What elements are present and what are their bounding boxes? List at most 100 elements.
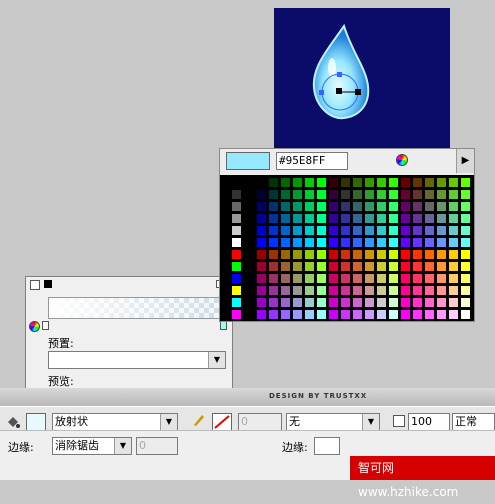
swatch-cell[interactable] — [388, 285, 399, 296]
swatch-cell[interactable] — [352, 249, 363, 260]
swatch-cell[interactable] — [448, 177, 459, 188]
swatch-grid[interactable] — [220, 175, 474, 321]
swatch-cell[interactable] — [292, 249, 303, 260]
edge-field-2[interactable] — [314, 437, 340, 455]
swatch-cell[interactable] — [388, 177, 399, 188]
swatch-cell[interactable] — [328, 261, 339, 272]
swatch-cell[interactable] — [280, 249, 291, 260]
swatch-cell[interactable] — [400, 201, 411, 212]
swap-colors-icon[interactable] — [30, 280, 40, 290]
swatch-cell[interactable] — [424, 273, 435, 284]
swatch-cell[interactable] — [231, 309, 242, 320]
swatch-cell[interactable] — [460, 225, 471, 236]
swatch-cell[interactable] — [400, 273, 411, 284]
gradient-pointer-left-icon[interactable] — [42, 321, 49, 330]
swatch-cell[interactable] — [448, 309, 459, 320]
swatch-cell[interactable] — [340, 225, 351, 236]
swatch-cell[interactable] — [436, 297, 447, 308]
swatch-cell[interactable] — [268, 273, 279, 284]
swatch-cell[interactable] — [364, 213, 375, 224]
swatch-cell[interactable] — [448, 225, 459, 236]
swatch-cell[interactable] — [448, 237, 459, 248]
swatch-cell[interactable] — [328, 189, 339, 200]
fill-type-select[interactable]: 放射状 ▼ — [52, 413, 178, 431]
swatch-cell[interactable] — [388, 297, 399, 308]
swatch-cell[interactable] — [340, 309, 351, 320]
swatch-cell[interactable] — [436, 273, 447, 284]
chevron-down-icon[interactable]: ▼ — [362, 414, 379, 430]
swatch-cell[interactable] — [292, 285, 303, 296]
swatch-cell[interactable] — [280, 261, 291, 272]
swatch-cell[interactable] — [460, 261, 471, 272]
swatch-cell[interactable] — [400, 249, 411, 260]
swatch-cell[interactable] — [352, 261, 363, 272]
swatch-cell[interactable] — [292, 177, 303, 188]
swatch-cell[interactable] — [304, 201, 315, 212]
swatch-cell[interactable] — [316, 297, 327, 308]
swatch-cell[interactable] — [340, 285, 351, 296]
swatch-cell[interactable] — [376, 189, 387, 200]
swatch-cell[interactable] — [231, 249, 242, 260]
swatch-cell[interactable] — [328, 177, 339, 188]
swatch-cell[interactable] — [388, 309, 399, 320]
swatch-cell[interactable] — [352, 285, 363, 296]
swatch-cell[interactable] — [328, 225, 339, 236]
swatch-cell[interactable] — [352, 213, 363, 224]
swatch-cell[interactable] — [424, 237, 435, 248]
water-drop-artwork[interactable] — [274, 8, 450, 150]
swatch-cell[interactable] — [340, 237, 351, 248]
swatch-cell[interactable] — [304, 249, 315, 260]
fill-color-swatch[interactable] — [26, 413, 46, 431]
swatch-cell[interactable] — [340, 297, 351, 308]
swatch-cell[interactable] — [412, 285, 423, 296]
swatch-cell[interactable] — [436, 189, 447, 200]
swatch-cell[interactable] — [292, 309, 303, 320]
swatch-cell[interactable] — [412, 177, 423, 188]
swatch-cell[interactable] — [340, 189, 351, 200]
swatch-cell[interactable] — [424, 309, 435, 320]
swatch-cell[interactable] — [280, 225, 291, 236]
swatch-cell[interactable] — [316, 213, 327, 224]
paint-bucket-icon[interactable] — [6, 415, 20, 429]
swatch-cell[interactable] — [292, 273, 303, 284]
swatch-cell[interactable] — [268, 309, 279, 320]
swatch-cell[interactable] — [400, 225, 411, 236]
blend-mode-select[interactable]: 正常 — [452, 413, 495, 431]
swatch-cell[interactable] — [292, 201, 303, 212]
swatch-cell[interactable] — [256, 189, 267, 200]
swatch-cell[interactable] — [268, 213, 279, 224]
swatch-cell[interactable] — [352, 309, 363, 320]
swatch-cell[interactable] — [448, 273, 459, 284]
swatch-cell[interactable] — [376, 273, 387, 284]
preset-select[interactable]: ▼ — [48, 351, 226, 369]
chevron-down-icon[interactable]: ▼ — [114, 438, 131, 454]
alpha-field[interactable]: 100 — [408, 413, 450, 431]
swatch-cell[interactable] — [304, 261, 315, 272]
swatch-cell[interactable] — [280, 189, 291, 200]
swatch-cell[interactable] — [400, 285, 411, 296]
swatch-cell[interactable] — [448, 213, 459, 224]
gradient-bar[interactable] — [48, 297, 228, 319]
swatch-cell[interactable] — [364, 273, 375, 284]
swatch-cell[interactable] — [364, 249, 375, 260]
swatch-cell[interactable] — [256, 177, 267, 188]
swatch-cell[interactable] — [388, 189, 399, 200]
chevron-down-icon[interactable]: ▼ — [160, 414, 177, 430]
swatch-cell[interactable] — [328, 273, 339, 284]
swatch-cell[interactable] — [424, 249, 435, 260]
swatch-cell[interactable] — [304, 189, 315, 200]
swatch-cell[interactable] — [256, 261, 267, 272]
swatch-cell[interactable] — [256, 309, 267, 320]
swatch-cell[interactable] — [268, 189, 279, 200]
swatch-cell[interactable] — [436, 249, 447, 260]
swatch-cell[interactable] — [376, 213, 387, 224]
swatch-cell[interactable] — [364, 261, 375, 272]
swatch-cell[interactable] — [231, 273, 242, 284]
swatch-cell[interactable] — [352, 225, 363, 236]
swatch-cell[interactable] — [364, 201, 375, 212]
swatch-cell[interactable] — [376, 177, 387, 188]
swatch-cell[interactable] — [304, 273, 315, 284]
swatch-cell[interactable] — [231, 201, 242, 212]
swatch-cell[interactable] — [460, 285, 471, 296]
swatch-cell[interactable] — [460, 309, 471, 320]
